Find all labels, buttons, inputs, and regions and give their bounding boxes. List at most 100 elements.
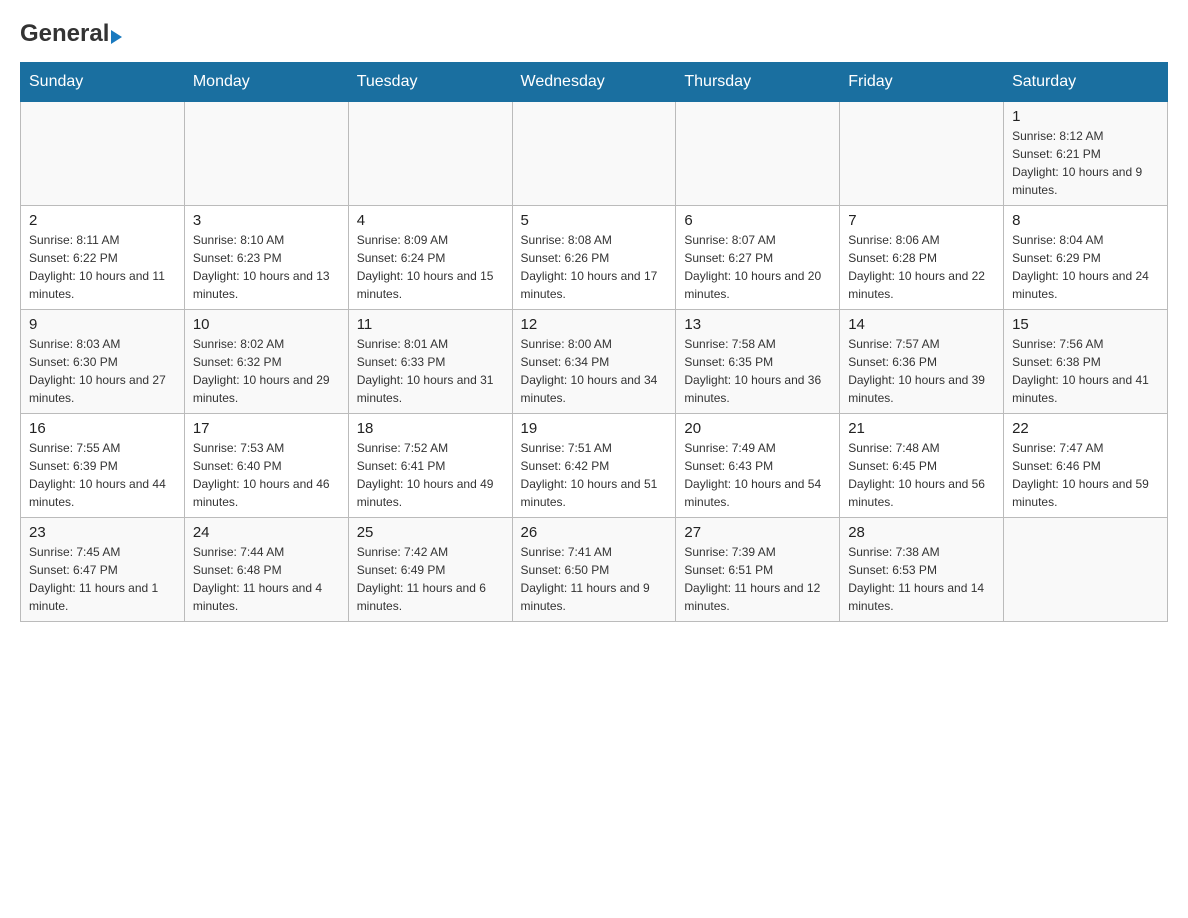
day-number: 12	[521, 316, 668, 333]
day-info: Sunrise: 7:41 AMSunset: 6:50 PMDaylight:…	[521, 543, 668, 615]
col-header-saturday: Saturday	[1004, 63, 1168, 102]
calendar-week-row: 2 Sunrise: 8:11 AMSunset: 6:22 PMDaylight…	[21, 206, 1168, 310]
calendar-cell	[21, 102, 185, 206]
calendar-cell: 21 Sunrise: 7:48 AMSunset: 6:45 PMDayligh…	[840, 414, 1004, 518]
page-header: General	[20, 20, 1168, 46]
calendar-cell: 20 Sunrise: 7:49 AMSunset: 6:43 PMDayligh…	[676, 414, 840, 518]
day-number: 1	[1012, 108, 1159, 125]
col-header-monday: Monday	[184, 63, 348, 102]
day-info: Sunrise: 7:48 AMSunset: 6:45 PMDaylight:…	[848, 439, 995, 511]
day-info: Sunrise: 8:11 AMSunset: 6:22 PMDaylight:…	[29, 231, 176, 303]
day-number: 2	[29, 212, 176, 229]
day-info: Sunrise: 8:08 AMSunset: 6:26 PMDaylight:…	[521, 231, 668, 303]
col-header-thursday: Thursday	[676, 63, 840, 102]
calendar-cell: 1Sunrise: 8:12 AMSunset: 6:21 PMDaylight…	[1004, 102, 1168, 206]
day-number: 4	[357, 212, 504, 229]
day-info: Sunrise: 7:38 AMSunset: 6:53 PMDaylight:…	[848, 543, 995, 615]
calendar-cell: 7 Sunrise: 8:06 AMSunset: 6:28 PMDaylight…	[840, 206, 1004, 310]
logo-general-text: General	[20, 20, 109, 47]
day-info: Sunrise: 7:39 AMSunset: 6:51 PMDaylight:…	[684, 543, 831, 615]
day-info: Sunrise: 7:58 AMSunset: 6:35 PMDaylight:…	[684, 335, 831, 407]
calendar-cell: 9Sunrise: 8:03 AMSunset: 6:30 PMDaylight…	[21, 310, 185, 414]
day-info: Sunrise: 7:52 AMSunset: 6:41 PMDaylight:…	[357, 439, 504, 511]
calendar-week-row: 9Sunrise: 8:03 AMSunset: 6:30 PMDaylight…	[21, 310, 1168, 414]
calendar-cell: 17Sunrise: 7:53 AMSunset: 6:40 PMDayligh…	[184, 414, 348, 518]
calendar-cell: 10 Sunrise: 8:02 AMSunset: 6:32 PMDayligh…	[184, 310, 348, 414]
day-number: 16	[29, 420, 176, 437]
calendar-cell	[512, 102, 676, 206]
calendar-cell: 18Sunrise: 7:52 AMSunset: 6:41 PMDayligh…	[348, 414, 512, 518]
day-info: Sunrise: 7:49 AMSunset: 6:43 PMDaylight:…	[684, 439, 831, 511]
calendar-cell: 16 Sunrise: 7:55 AMSunset: 6:39 PMDayligh…	[21, 414, 185, 518]
calendar-header-row: SundayMondayTuesdayWednesdayThursdayFrid…	[21, 63, 1168, 102]
day-number: 11	[357, 316, 504, 333]
calendar-table: SundayMondayTuesdayWednesdayThursdayFrid…	[20, 62, 1168, 622]
col-header-tuesday: Tuesday	[348, 63, 512, 102]
day-info: Sunrise: 8:04 AMSunset: 6:29 PMDaylight:…	[1012, 231, 1159, 303]
col-header-friday: Friday	[840, 63, 1004, 102]
day-info: Sunrise: 8:02 AMSunset: 6:32 PMDaylight:…	[193, 335, 340, 407]
calendar-week-row: 1Sunrise: 8:12 AMSunset: 6:21 PMDaylight…	[21, 102, 1168, 206]
calendar-cell: 13 Sunrise: 7:58 AMSunset: 6:35 PMDayligh…	[676, 310, 840, 414]
day-info: Sunrise: 8:01 AMSunset: 6:33 PMDaylight:…	[357, 335, 504, 407]
calendar-cell	[184, 102, 348, 206]
day-info: Sunrise: 8:00 AMSunset: 6:34 PMDaylight:…	[521, 335, 668, 407]
calendar-cell: 22 Sunrise: 7:47 AMSunset: 6:46 PMDayligh…	[1004, 414, 1168, 518]
day-number: 21	[848, 420, 995, 437]
calendar-cell: 23 Sunrise: 7:45 AMSunset: 6:47 PMDayligh…	[21, 518, 185, 622]
calendar-cell: 6 Sunrise: 8:07 AMSunset: 6:27 PMDaylight…	[676, 206, 840, 310]
day-info: Sunrise: 7:47 AMSunset: 6:46 PMDaylight:…	[1012, 439, 1159, 511]
calendar-cell: 5Sunrise: 8:08 AMSunset: 6:26 PMDaylight…	[512, 206, 676, 310]
day-info: Sunrise: 7:55 AMSunset: 6:39 PMDaylight:…	[29, 439, 176, 511]
day-number: 19	[521, 420, 668, 437]
day-info: Sunrise: 8:07 AMSunset: 6:27 PMDaylight:…	[684, 231, 831, 303]
day-number: 23	[29, 524, 176, 541]
calendar-cell: 14 Sunrise: 7:57 AMSunset: 6:36 PMDayligh…	[840, 310, 1004, 414]
calendar-cell	[676, 102, 840, 206]
calendar-week-row: 23 Sunrise: 7:45 AMSunset: 6:47 PMDayligh…	[21, 518, 1168, 622]
calendar-cell: 8 Sunrise: 8:04 AMSunset: 6:29 PMDaylight…	[1004, 206, 1168, 310]
day-number: 22	[1012, 420, 1159, 437]
day-number: 7	[848, 212, 995, 229]
day-number: 17	[193, 420, 340, 437]
calendar-cell: 2 Sunrise: 8:11 AMSunset: 6:22 PMDaylight…	[21, 206, 185, 310]
day-number: 20	[684, 420, 831, 437]
calendar-week-row: 16 Sunrise: 7:55 AMSunset: 6:39 PMDayligh…	[21, 414, 1168, 518]
calendar-cell: 25 Sunrise: 7:42 AMSunset: 6:49 PMDayligh…	[348, 518, 512, 622]
day-number: 3	[193, 212, 340, 229]
calendar-cell: 4 Sunrise: 8:09 AMSunset: 6:24 PMDaylight…	[348, 206, 512, 310]
calendar-cell: 3 Sunrise: 8:10 AMSunset: 6:23 PMDaylight…	[184, 206, 348, 310]
day-number: 15	[1012, 316, 1159, 333]
day-info: Sunrise: 8:10 AMSunset: 6:23 PMDaylight:…	[193, 231, 340, 303]
calendar-cell: 27 Sunrise: 7:39 AMSunset: 6:51 PMDayligh…	[676, 518, 840, 622]
calendar-cell: 24 Sunrise: 7:44 AMSunset: 6:48 PMDayligh…	[184, 518, 348, 622]
calendar-cell	[348, 102, 512, 206]
day-number: 24	[193, 524, 340, 541]
calendar-cell: 19 Sunrise: 7:51 AMSunset: 6:42 PMDayligh…	[512, 414, 676, 518]
day-info: Sunrise: 8:09 AMSunset: 6:24 PMDaylight:…	[357, 231, 504, 303]
col-header-sunday: Sunday	[21, 63, 185, 102]
day-info: Sunrise: 7:56 AMSunset: 6:38 PMDaylight:…	[1012, 335, 1159, 407]
day-number: 8	[1012, 212, 1159, 229]
calendar-cell: 15 Sunrise: 7:56 AMSunset: 6:38 PMDayligh…	[1004, 310, 1168, 414]
logo-arrow-icon	[111, 30, 122, 44]
calendar-cell: 28 Sunrise: 7:38 AMSunset: 6:53 PMDayligh…	[840, 518, 1004, 622]
day-number: 13	[684, 316, 831, 333]
day-number: 28	[848, 524, 995, 541]
day-info: Sunrise: 7:51 AMSunset: 6:42 PMDaylight:…	[521, 439, 668, 511]
day-number: 26	[521, 524, 668, 541]
day-info: Sunrise: 7:57 AMSunset: 6:36 PMDaylight:…	[848, 335, 995, 407]
day-info: Sunrise: 8:06 AMSunset: 6:28 PMDaylight:…	[848, 231, 995, 303]
calendar-cell: 11 Sunrise: 8:01 AMSunset: 6:33 PMDayligh…	[348, 310, 512, 414]
logo: General	[20, 20, 122, 46]
day-info: Sunrise: 7:45 AMSunset: 6:47 PMDaylight:…	[29, 543, 176, 615]
day-number: 14	[848, 316, 995, 333]
day-number: 10	[193, 316, 340, 333]
day-info: Sunrise: 7:42 AMSunset: 6:49 PMDaylight:…	[357, 543, 504, 615]
day-number: 25	[357, 524, 504, 541]
day-number: 27	[684, 524, 831, 541]
day-info: Sunrise: 7:44 AMSunset: 6:48 PMDaylight:…	[193, 543, 340, 615]
day-number: 6	[684, 212, 831, 229]
day-info: Sunrise: 8:03 AMSunset: 6:30 PMDaylight:…	[29, 335, 176, 407]
calendar-cell: 12 Sunrise: 8:00 AMSunset: 6:34 PMDayligh…	[512, 310, 676, 414]
